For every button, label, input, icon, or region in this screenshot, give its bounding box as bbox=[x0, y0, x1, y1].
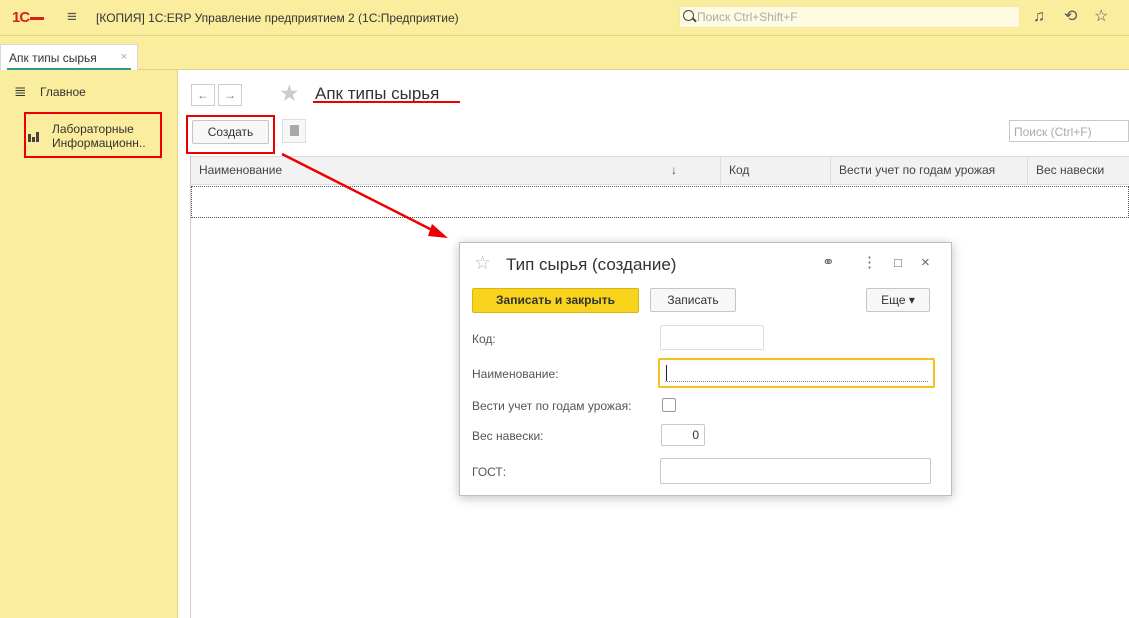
code-field[interactable] bbox=[660, 325, 764, 350]
maximize-icon[interactable]: □ bbox=[894, 253, 902, 273]
harvest-label: Вести учет по годам урожая: bbox=[472, 399, 632, 413]
save-and-close-button[interactable]: Записать и закрыть bbox=[472, 288, 639, 313]
code-label: Код: bbox=[472, 332, 496, 346]
link-icon[interactable]: ⚭ bbox=[822, 253, 835, 273]
gost-label: ГОСТ: bbox=[472, 465, 507, 479]
weight-label: Вес навески: bbox=[472, 429, 544, 443]
name-label: Наименование: bbox=[472, 367, 559, 381]
name-field[interactable] bbox=[658, 358, 935, 388]
save-button[interactable]: Записать bbox=[650, 288, 736, 312]
text-cursor bbox=[666, 365, 667, 381]
more-vert-icon[interactable]: ⋮ bbox=[862, 253, 877, 273]
create-dialog: ☆ Тип сырья (создание) ⚭ ⋮ □ × Записать … bbox=[459, 242, 952, 496]
dialog-title: Тип сырья (создание) bbox=[506, 255, 677, 274]
more-button[interactable]: Еще ▾ bbox=[866, 288, 930, 312]
close-icon[interactable]: × bbox=[921, 253, 930, 273]
weight-field[interactable]: 0 bbox=[661, 424, 705, 446]
dialog-favorite-icon[interactable]: ☆ bbox=[474, 253, 491, 275]
harvest-checkbox[interactable] bbox=[662, 398, 676, 412]
gost-field[interactable] bbox=[660, 458, 931, 484]
